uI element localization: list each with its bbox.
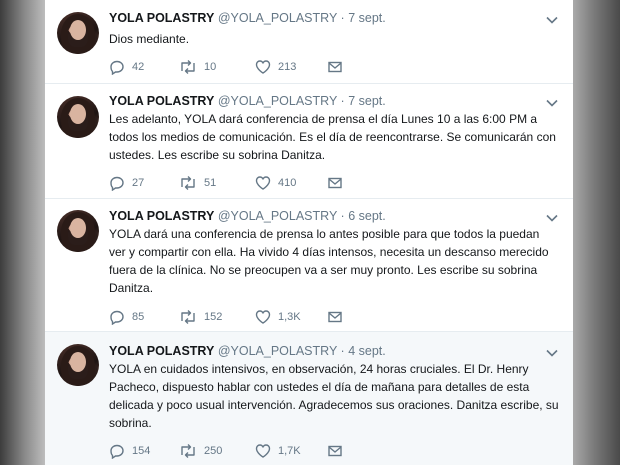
like-count: 1,3K (278, 311, 301, 323)
user-handle[interactable]: @YOLA_POLASTRY (218, 94, 337, 108)
tweet-actions: 42 10 213 (109, 58, 409, 76)
avatar[interactable] (57, 344, 99, 386)
tweet-date[interactable]: 7 sept. (348, 11, 386, 25)
heart-icon (255, 176, 271, 190)
heart-icon (255, 60, 271, 74)
retweet-icon (181, 176, 195, 190)
user-handle[interactable]: @YOLA_POLASTRY (218, 11, 337, 25)
tweet-text: Dios mediante. (109, 32, 190, 46)
left-background (0, 0, 45, 465)
mail-icon (328, 445, 342, 457)
tweet-text: YOLA dará una conferencia de prensa lo a… (109, 227, 549, 295)
retweet-count: 10 (204, 61, 217, 73)
reply-button[interactable]: 42 (109, 58, 144, 76)
reply-icon (110, 176, 124, 191)
tweet[interactable]: YOLA POLASTRY @YOLA_POLASTRY · 4 sept. Y… (45, 332, 573, 465)
direct-message-button[interactable] (327, 308, 350, 326)
mail-icon (328, 311, 342, 323)
reply-button[interactable]: 154 (109, 442, 150, 460)
reply-icon (110, 444, 124, 459)
display-name[interactable]: YOLA POLASTRY (109, 94, 214, 108)
like-button[interactable]: 410 (255, 174, 296, 192)
reply-count: 27 (132, 177, 145, 189)
reply-count: 85 (132, 311, 145, 323)
retweet-count: 250 (204, 445, 223, 457)
retweet-button[interactable]: 152 (179, 308, 222, 326)
chevron-down-icon[interactable] (545, 211, 559, 225)
tweet-text: YOLA en cuidados intensivos, en observac… (109, 362, 559, 430)
like-button[interactable]: 1,3K (255, 308, 301, 326)
chevron-down-icon[interactable] (545, 13, 559, 27)
tweet-header: YOLA POLASTRY @YOLA_POLASTRY · 4 sept. (109, 343, 386, 359)
user-handle[interactable]: @YOLA_POLASTRY (218, 209, 337, 223)
like-button[interactable]: 213 (255, 58, 296, 76)
tweet-date[interactable]: 4 sept. (348, 344, 386, 358)
retweet-icon (181, 444, 195, 458)
heart-icon (255, 310, 271, 324)
like-count: 213 (278, 61, 297, 73)
retweet-button[interactable]: 10 (179, 58, 216, 76)
user-handle[interactable]: @YOLA_POLASTRY (218, 344, 337, 358)
tweet-date[interactable]: 6 sept. (348, 209, 386, 223)
like-button[interactable]: 1,7K (255, 442, 301, 460)
separator: · (340, 94, 345, 108)
reply-icon (110, 310, 124, 325)
direct-message-button[interactable] (327, 58, 350, 76)
display-name[interactable]: YOLA POLASTRY (109, 209, 214, 223)
tweet-actions: 27 51 410 (109, 174, 409, 192)
tweet-actions: 154 250 1,7K (109, 442, 409, 460)
reply-count: 42 (132, 61, 145, 73)
tweet-header: YOLA POLASTRY @YOLA_POLASTRY · 7 sept. (109, 93, 386, 109)
mail-icon (328, 177, 342, 189)
separator: · (340, 209, 345, 223)
retweet-button[interactable]: 51 (179, 174, 216, 192)
retweet-count: 51 (204, 177, 217, 189)
tweet[interactable]: YOLA POLASTRY @YOLA_POLASTRY · 7 sept. L… (45, 84, 573, 199)
display-name[interactable]: YOLA POLASTRY (109, 11, 214, 25)
separator: · (340, 344, 345, 358)
retweet-icon (181, 60, 195, 74)
avatar[interactable] (57, 210, 99, 252)
reply-icon (110, 60, 124, 75)
heart-icon (255, 444, 271, 458)
separator: · (340, 11, 345, 25)
right-background (573, 0, 620, 465)
mail-icon (328, 61, 342, 73)
like-count: 410 (278, 177, 297, 189)
like-count: 1,7K (278, 445, 301, 457)
retweet-count: 152 (204, 311, 223, 323)
tweet-text: Les adelanto, YOLA dará conferencia de p… (109, 112, 556, 162)
retweet-icon (181, 310, 195, 324)
chevron-down-icon[interactable] (545, 346, 559, 360)
direct-message-button[interactable] (327, 442, 350, 460)
tweet-timeline: YOLA POLASTRY @YOLA_POLASTRY · 7 sept. D… (45, 0, 573, 465)
tweet-date[interactable]: 7 sept. (348, 94, 386, 108)
tweet-header: YOLA POLASTRY @YOLA_POLASTRY · 7 sept. (109, 10, 386, 26)
tweet-header: YOLA POLASTRY @YOLA_POLASTRY · 6 sept. (109, 208, 386, 224)
reply-button[interactable]: 27 (109, 174, 144, 192)
reply-button[interactable]: 85 (109, 308, 144, 326)
chevron-down-icon[interactable] (545, 96, 559, 110)
tweet[interactable]: YOLA POLASTRY @YOLA_POLASTRY · 7 sept. D… (45, 0, 573, 84)
retweet-button[interactable]: 250 (179, 442, 222, 460)
direct-message-button[interactable] (327, 174, 350, 192)
avatar[interactable] (57, 96, 99, 138)
display-name[interactable]: YOLA POLASTRY (109, 344, 214, 358)
tweet[interactable]: YOLA POLASTRY @YOLA_POLASTRY · 6 sept. Y… (45, 199, 573, 332)
avatar[interactable] (57, 12, 99, 54)
tweet-actions: 85 152 1,3K (109, 308, 409, 326)
reply-count: 154 (132, 445, 151, 457)
